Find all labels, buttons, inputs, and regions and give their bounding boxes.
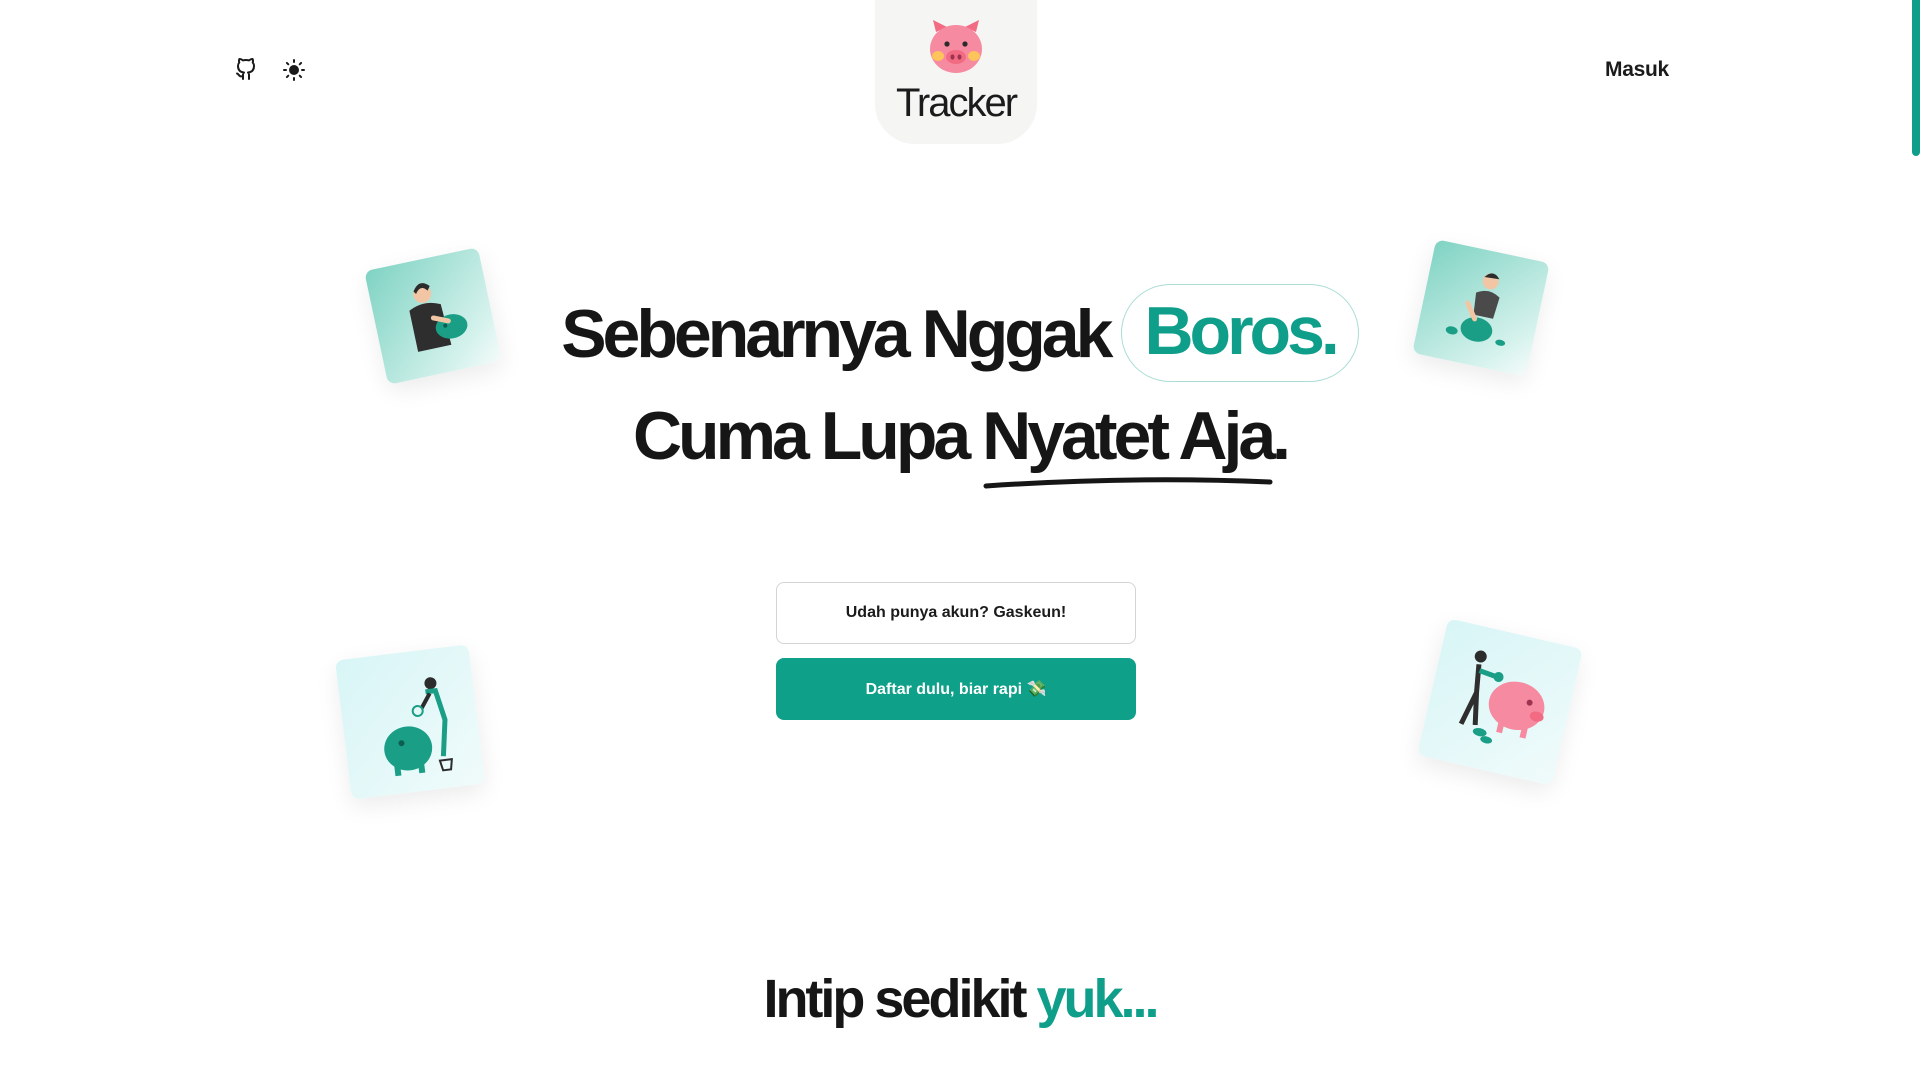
hero-line1-text: Sebenarnya Nggak: [561, 295, 1113, 372]
hero-highlight-pill: Boros.: [1121, 284, 1359, 382]
signup-cta-button[interactable]: Daftar dulu, biar rapi 💸: [776, 658, 1136, 720]
login-cta-button[interactable]: Udah punya akun? Gaskeun!: [776, 582, 1136, 644]
section-title-text: Intip sedikit: [763, 969, 1027, 1029]
section-title: Intip sedikit yuk...: [0, 972, 1920, 1026]
logo-text: Tracker: [895, 81, 1018, 125]
illustration-card-woman-pink-piggybank: [1417, 618, 1583, 786]
header-left-actions: [232, 56, 308, 84]
hero-underlined-text: Nyatet Aja.: [982, 398, 1291, 474]
hero-underlined-phrase: Nyatet Aja.: [982, 402, 1291, 489]
illustration-card-woman-green-piggybank: [334, 644, 486, 800]
section-title-accent: yuk...: [1036, 969, 1160, 1029]
sun-icon[interactable]: [280, 56, 308, 84]
hero-headline-line2: Cuma Lupa Nyatet Aja.: [0, 402, 1920, 489]
logo-home-link[interactable]: Tracker: [875, 0, 1037, 144]
scrollbar-thumb[interactable]: [1912, 0, 1920, 156]
hero-line2-text: Cuma Lupa: [632, 398, 971, 474]
hero-headline-line1: Sebenarnya Nggak Boros.: [0, 284, 1920, 388]
brush-underline-icon: [983, 477, 1273, 489]
login-link[interactable]: Masuk: [1605, 58, 1669, 82]
github-icon[interactable]: [232, 56, 260, 84]
pig-logo-icon: [927, 18, 985, 81]
